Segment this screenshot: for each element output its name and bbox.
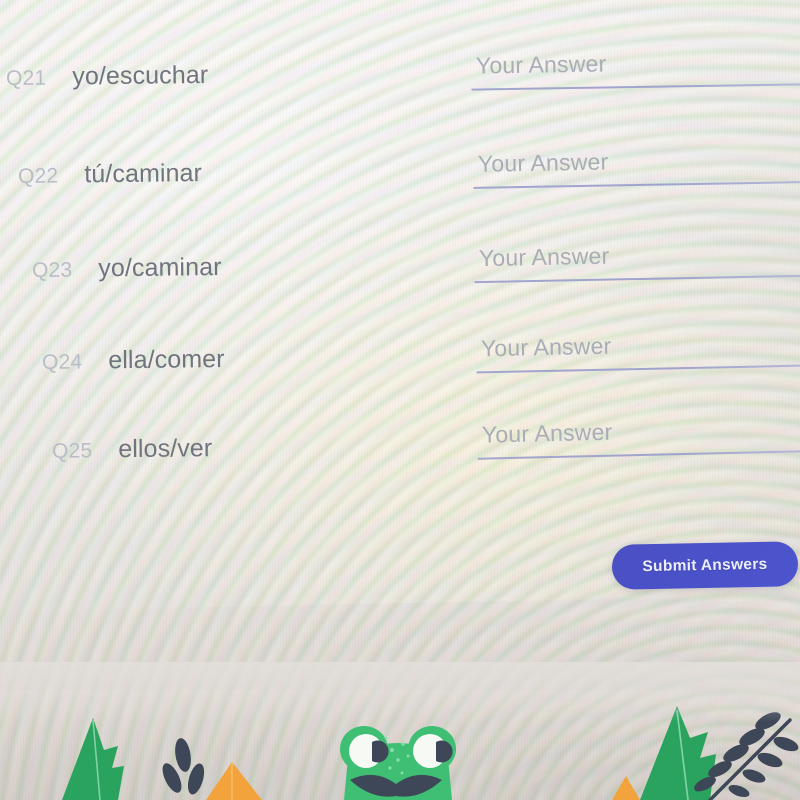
answer-field[interactable]: Your Answer: [476, 329, 800, 374]
answer-underline: [473, 181, 800, 189]
answer-underline: [474, 274, 800, 284]
question-prompt: ellos/ver: [118, 434, 213, 464]
answer-underline: [471, 83, 800, 91]
quiz-form: Q21 yo/escuchar Your Answer Q22 tú/camin…: [0, 0, 800, 800]
question-number: Q25: [51, 439, 93, 463]
answer-field[interactable]: Your Answer: [473, 145, 800, 189]
question-prompt: yo/escuchar: [72, 60, 209, 91]
question-row: Q25 ellos/ver: [52, 434, 213, 465]
question-number: Q21: [5, 66, 47, 91]
quiz-screenshot: Q21 yo/escuchar Your Answer Q22 tú/camin…: [0, 0, 800, 800]
question-prompt: tú/caminar: [84, 159, 203, 189]
answer-field[interactable]: Your Answer: [474, 239, 800, 284]
answer-input[interactable]: Your Answer: [476, 329, 800, 363]
question-row: Q24 ella/comer: [42, 345, 225, 376]
question-row: Q21 yo/escuchar: [6, 61, 208, 92]
answer-input[interactable]: Your Answer: [474, 239, 800, 272]
answer-input[interactable]: Your Answer: [477, 414, 800, 448]
answer-input[interactable]: Your Answer: [471, 47, 800, 79]
question-row: Q22 tú/caminar: [18, 159, 202, 190]
question-prompt: ella/comer: [108, 345, 225, 375]
question-number: Q23: [31, 258, 73, 282]
answer-input[interactable]: Your Answer: [473, 145, 800, 178]
answer-field[interactable]: Your Answer: [477, 414, 800, 460]
question-prompt: yo/caminar: [98, 253, 222, 283]
question-number: Q22: [17, 164, 59, 188]
answer-underline: [476, 364, 800, 374]
answer-field[interactable]: Your Answer: [471, 47, 800, 91]
answer-underline: [477, 450, 800, 460]
submit-answers-button[interactable]: Submit Answers: [611, 541, 799, 590]
question-number: Q24: [41, 350, 83, 374]
question-row: Q23 yo/caminar: [32, 253, 222, 284]
